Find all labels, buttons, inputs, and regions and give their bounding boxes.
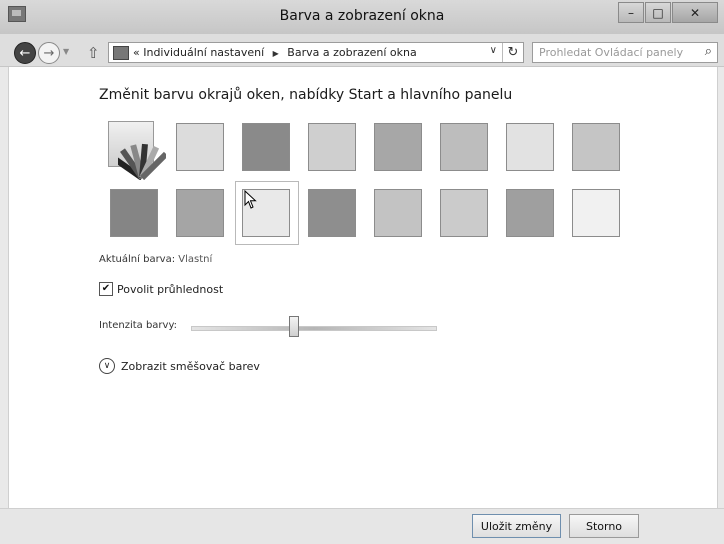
- window-controls: – □ ✕: [617, 2, 718, 23]
- current-color: Aktuální barva: Vlastní: [99, 254, 212, 265]
- breadcrumb-item-personalization[interactable]: Individuální nastavení: [143, 46, 264, 59]
- swatch-color-12[interactable]: [374, 189, 422, 237]
- breadcrumb-overflow[interactable]: «: [133, 46, 140, 59]
- breadcrumb-separator-icon[interactable]: ▶: [273, 49, 279, 58]
- search-icon[interactable]: ⌕: [705, 44, 712, 59]
- color-mixer-label[interactable]: Zobrazit směšovač barev: [121, 360, 260, 373]
- swatch-color-11[interactable]: [308, 189, 356, 237]
- swatch-color-9[interactable]: [176, 189, 224, 237]
- close-button[interactable]: ✕: [672, 2, 718, 23]
- forward-button[interactable]: →: [38, 42, 60, 64]
- chevron-down-icon[interactable]: ∨: [99, 358, 115, 374]
- navigation-bar: ← → ▼ ⇧ « Individuální nastavení ▶ Barva…: [0, 34, 724, 67]
- back-button[interactable]: ←: [14, 42, 36, 64]
- swatch-color-13[interactable]: [440, 189, 488, 237]
- search-placeholder: Prohledat Ovládací panely: [539, 46, 684, 59]
- swatch-color-8[interactable]: [110, 189, 158, 237]
- cancel-button[interactable]: Storno: [569, 514, 639, 538]
- current-color-value: Vlastní: [178, 254, 213, 265]
- current-color-label: Aktuální barva:: [99, 254, 176, 265]
- transparency-label[interactable]: Povolit průhlednost: [117, 283, 223, 296]
- address-bar[interactable]: « Individuální nastavení ▶ Barva a zobra…: [108, 42, 524, 63]
- swatch-color-3[interactable]: [308, 123, 356, 171]
- transparency-option[interactable]: ✔ Povolit průhlednost: [99, 282, 223, 296]
- swatch-color-2[interactable]: [242, 123, 290, 171]
- chevron-down-icon[interactable]: ∨: [490, 45, 497, 56]
- maximize-button[interactable]: □: [645, 2, 671, 23]
- breadcrumb: « Individuální nastavení ▶ Barva a zobra…: [133, 46, 417, 59]
- up-arrow-icon[interactable]: ⇧: [87, 44, 100, 62]
- breadcrumb-item-color[interactable]: Barva a zobrazení okna: [287, 46, 416, 59]
- title-bar: Barva a zobrazení okna – □ ✕: [0, 0, 724, 34]
- color-mixer-toggle[interactable]: ∨ Zobrazit směšovač barev: [99, 358, 260, 374]
- transparency-checkbox[interactable]: ✔: [99, 282, 113, 296]
- mouse-cursor-icon: [244, 190, 257, 209]
- window-title: Barva a zobrazení okna: [279, 8, 445, 24]
- intensity-slider-thumb[interactable]: [289, 316, 300, 337]
- swatch-color-5[interactable]: [440, 123, 488, 171]
- intensity-slider-track[interactable]: [191, 326, 437, 331]
- save-button[interactable]: Uložit změny: [472, 514, 561, 538]
- minimize-button[interactable]: –: [618, 2, 644, 23]
- intensity-label: Intenzita barvy:: [99, 320, 178, 331]
- refresh-icon[interactable]: ↻: [502, 43, 523, 62]
- search-box[interactable]: Prohledat Ovládací panely ⌕: [532, 42, 718, 63]
- control-panel-icon: [113, 46, 129, 60]
- swatch-color-4[interactable]: [374, 123, 422, 171]
- page-title: Změnit barvu okrajů oken, nabídky Start …: [99, 87, 513, 103]
- color-fan-icon: [118, 143, 166, 180]
- swatch-color-6[interactable]: [506, 123, 554, 171]
- swatch-color-15[interactable]: [572, 189, 620, 237]
- swatch-color-14[interactable]: [506, 189, 554, 237]
- swatch-color-1[interactable]: [176, 123, 224, 171]
- swatch-color-7[interactable]: [572, 123, 620, 171]
- recent-pages-icon[interactable]: ▼: [63, 47, 69, 56]
